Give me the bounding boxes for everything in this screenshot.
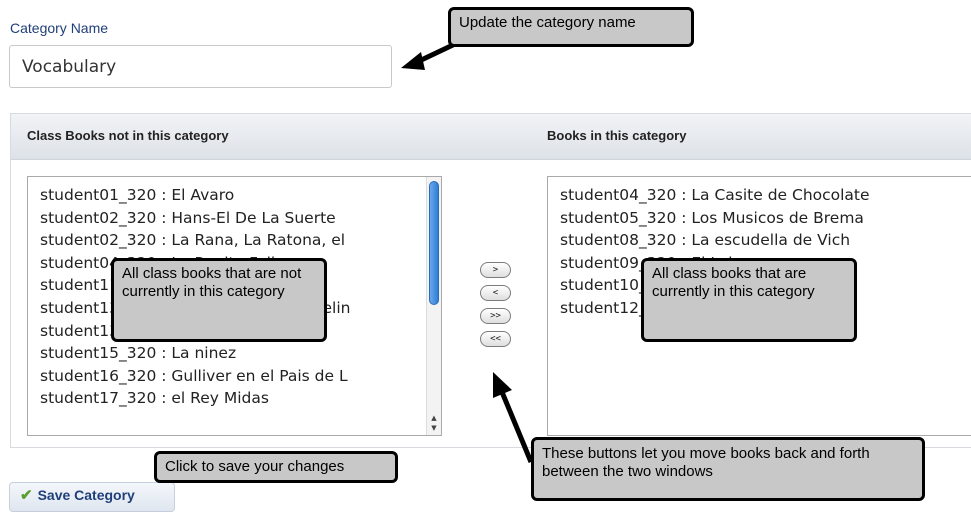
- arrow-to-name-input-head: [401, 52, 425, 70]
- callout-books-not-in-category: All class books that are not currently i…: [111, 258, 327, 342]
- callout-update-name: Update the category name: [448, 7, 694, 47]
- annotation-arrows: [401, 41, 534, 463]
- arrow-to-move-buttons: [499, 391, 534, 463]
- callout-save: Click to save your changes: [154, 451, 398, 483]
- callout-move-buttons: These buttons let you move books back an…: [531, 437, 925, 501]
- callout-books-in-category: All class books that are currently in th…: [641, 258, 857, 342]
